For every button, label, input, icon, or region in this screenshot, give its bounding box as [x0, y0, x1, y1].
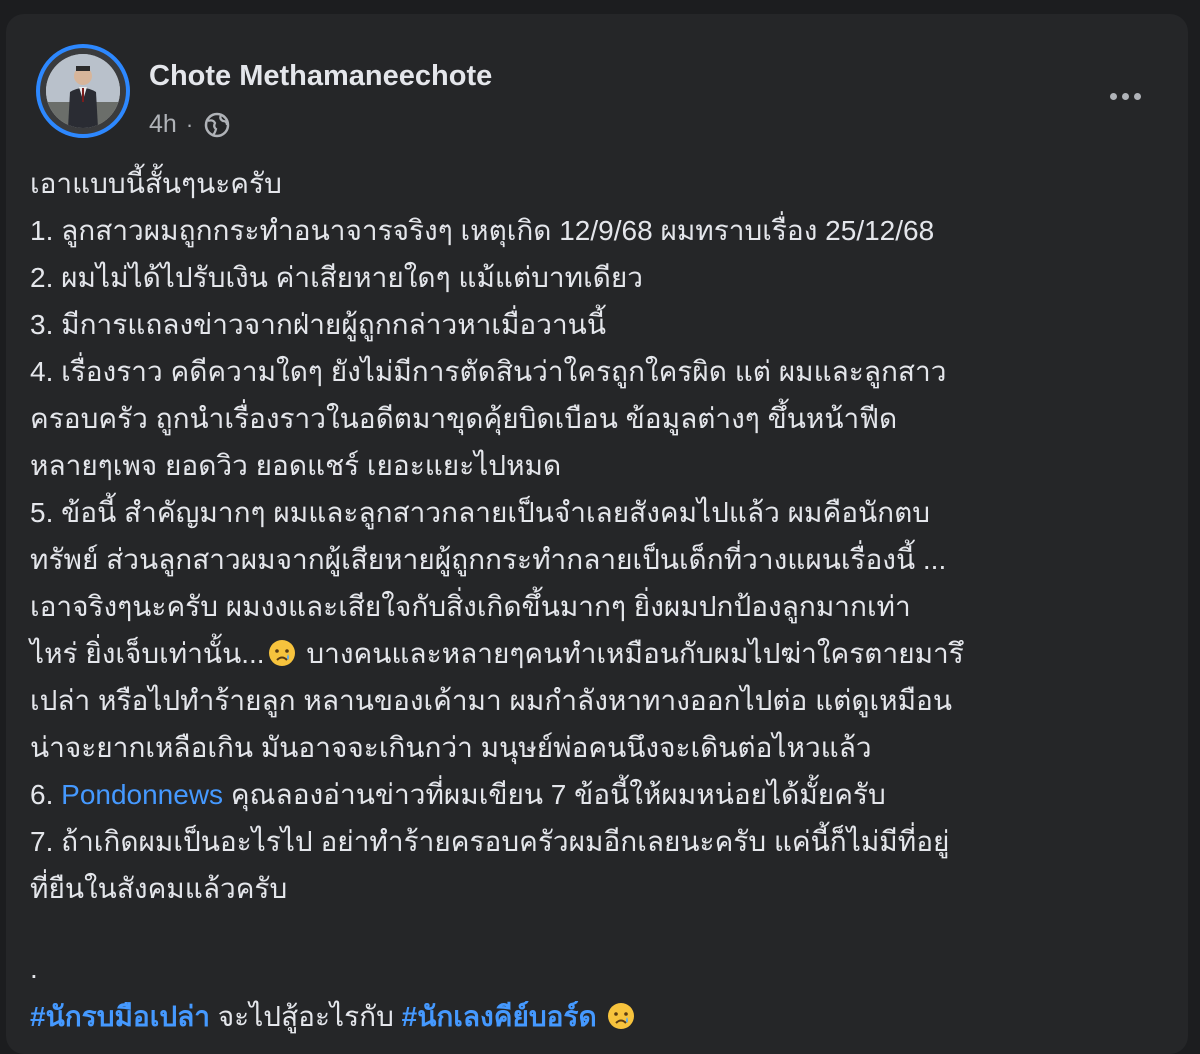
more-options-icon[interactable]: [1098, 76, 1152, 116]
avatar[interactable]: [36, 44, 130, 138]
post-line: ทรัพย์ ส่วนลูกสาวผมจากผู้เสียหายผู้ถูกกร…: [30, 544, 947, 575]
post-meta: 4h ·: [149, 110, 231, 139]
post-line: 2. ผมไม่ได้ไปรับเงิน ค่าเสียหายใดๆ แม้แต…: [30, 262, 643, 293]
post-line: เอาจริงๆนะครับ ผมงงและเสียใจกับสิ่งเกิดข…: [30, 591, 911, 622]
hashtag-line: #นักรบมือเปล่า จะไปสู้อะไรกับ #นักเลงคีย…: [30, 993, 1170, 1040]
sad-face-emoji-icon: [267, 635, 297, 666]
post-line: 1. ลูกสาวผมถูกกระทำอนาจารจริงๆ เหตุเกิด …: [30, 215, 935, 246]
globe-icon[interactable]: [203, 111, 231, 139]
item6-prefix: 6.: [30, 779, 62, 810]
post-time[interactable]: 4h: [149, 110, 177, 139]
sad-face-emoji-icon: [606, 998, 636, 1029]
post-line-part: ไหร่ ยิ่งเจ็บเท่านั้น...: [30, 638, 265, 669]
meta-separator: ·: [185, 111, 194, 137]
post-line: หลายๆเพจ ยอดวิว ยอดแชร์ เยอะแยะไปหมด: [30, 450, 562, 481]
author-name[interactable]: Chote Methamaneechote: [149, 60, 492, 93]
hashtag-mid-text: จะไปสู้อะไรกับ: [209, 1001, 402, 1032]
hashtag-link[interactable]: #นักรบมือเปล่า: [30, 1001, 210, 1032]
post-line: เอาแบบนี้สั้นๆนะครับ: [30, 168, 282, 199]
post-line: 4. เรื่องราว คดีความใดๆ ยังไม่มีการตัดสิ…: [30, 356, 947, 387]
post-line-part: บางคนและหลายๆคนทำเหมือนกับผมไปฆ่าใครตายม…: [298, 638, 964, 669]
post-line: เปล่า หรือไปทำร้ายลูก หลานของเค้ามา ผมกำ…: [30, 685, 952, 716]
hashtag-link[interactable]: #นักเลงคีย์บอร์ด: [402, 1001, 597, 1032]
post-line: น่าจะยากเหลือเกิน มันอาจจะเกินกว่า มนุษย…: [30, 732, 872, 763]
post-line: 3. มีการแถลงข่าวจากฝ่ายผู้ถูกกล่าวหาเมื่…: [30, 309, 606, 340]
post-line: ครอบครัว ถูกนำเรื่องราวในอดีตมาขุดคุ้ยบิ…: [30, 403, 898, 434]
avatar-photo: [46, 54, 120, 128]
post-line: .: [30, 953, 38, 984]
post-line: 7. ถ้าเกิดผมเป็นอะไรไป อย่าทำร้ายครอบครั…: [30, 826, 950, 857]
post-line: ที่ยืนในสังคมแล้วครับ: [30, 873, 288, 904]
post-line-with-emoji: ไหร่ ยิ่งเจ็บเท่านั้น... บางคนและหลายๆคน…: [30, 630, 1170, 677]
post-text: เอาแบบนี้สั้นๆนะครับ 1. ลูกสาวผมถูกกระทำ…: [30, 160, 1170, 1040]
post-line-item6: 6. Pondonnews คุณลองอ่านข่าวที่ผมเขียน 7…: [30, 771, 1170, 818]
post-line: 5. ข้อนี้ สำคัญมากๆ ผมและลูกสาวกลายเป็นจ…: [30, 497, 931, 528]
pondonnews-mention-link[interactable]: Pondonnews: [61, 779, 223, 810]
item6-text: คุณลองอ่านข่าวที่ผมเขียน 7 ข้อนี้ให้ผมหน…: [223, 779, 886, 810]
